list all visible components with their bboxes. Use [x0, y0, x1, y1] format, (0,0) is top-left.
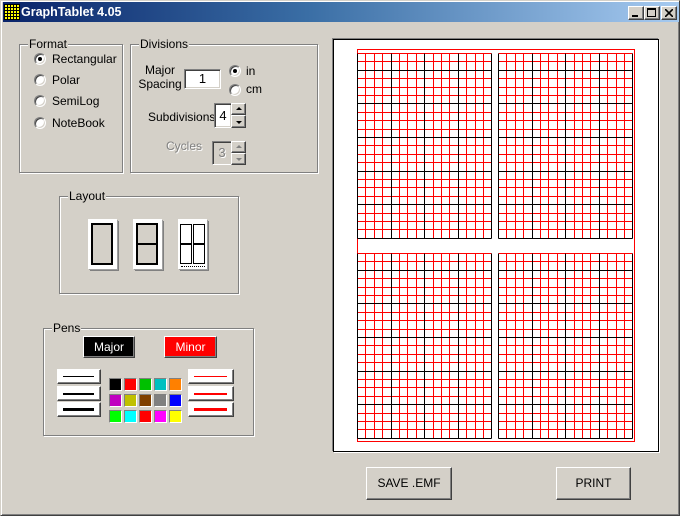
cycles-label: Cycles [166, 139, 203, 153]
layout-group: Layout [59, 189, 239, 294]
format-option-label[interactable]: SemiLog [52, 94, 99, 108]
layout-two-halves-icon [136, 223, 158, 265]
divisions-group-label: Divisions [139, 37, 190, 51]
line-sample-thick [194, 407, 227, 411]
color-swatch[interactable] [169, 394, 182, 407]
minor-pen-width-thick-button[interactable] [188, 402, 234, 417]
arrow-down-icon [235, 158, 242, 161]
format-option-label[interactable]: Polar [52, 73, 80, 87]
line-sample-thick [63, 407, 94, 411]
grid-panel [357, 53, 492, 239]
major-pen-width-thin-button[interactable] [57, 369, 101, 384]
grid-preview-canvas [357, 49, 635, 442]
subdivisions-increment-button[interactable] [231, 103, 246, 115]
maximize-button[interactable] [644, 6, 660, 20]
pens-group: Pens Major Minor [43, 321, 254, 436]
cycles-decrement-button [231, 153, 246, 165]
color-swatch[interactable] [139, 378, 152, 391]
divider-line [194, 243, 204, 245]
line-sample-thin [194, 375, 227, 377]
page-preview [333, 39, 659, 452]
subdivisions-decrement-button[interactable] [231, 115, 246, 128]
color-swatch[interactable] [124, 394, 137, 407]
color-swatch[interactable] [124, 378, 137, 391]
layout-ticks [181, 265, 205, 267]
save-emf-button[interactable]: SAVE .EMF [366, 467, 452, 500]
color-swatch[interactable] [139, 410, 152, 423]
color-swatch[interactable] [154, 410, 167, 423]
arrow-up-icon [235, 145, 242, 148]
format-group: Format Rectangular Polar SemiLog NoteBoo… [19, 37, 123, 173]
grid-panel [498, 253, 633, 439]
layout-column [180, 224, 192, 264]
window-title: GraphTablet 4.05 [21, 5, 122, 19]
format-radio-semilog[interactable] [34, 95, 46, 107]
color-swatch[interactable] [124, 410, 137, 423]
arrow-down-icon [235, 120, 242, 124]
title-bar[interactable]: GraphTablet 4.05 [3, 2, 679, 22]
minimize-button[interactable] [628, 6, 644, 20]
major-spacing-label: Major Spacing [138, 63, 182, 91]
close-icon [665, 9, 673, 17]
major-pen-width-thick-button[interactable] [57, 402, 101, 417]
major-spacing-input[interactable]: 1 [184, 69, 221, 89]
unit-radio-in[interactable] [229, 65, 241, 77]
divider-line [181, 243, 191, 245]
color-swatch[interactable] [109, 410, 122, 423]
maximize-icon [647, 8, 656, 17]
grid-panel [357, 253, 492, 439]
print-button[interactable]: PRINT [556, 467, 631, 500]
color-swatch[interactable] [109, 394, 122, 407]
color-swatch[interactable] [154, 394, 167, 407]
major-spacing-label-line1: Major [144, 63, 175, 77]
arrow-up-icon [235, 107, 242, 110]
layout-two-halves-button[interactable] [133, 219, 162, 269]
format-option-label[interactable]: NoteBook [52, 116, 105, 130]
major-spacing-label-line2: Spacing [138, 77, 182, 91]
major-pen-button[interactable]: Major [83, 336, 135, 358]
layout-column [193, 224, 205, 264]
subdivisions-label: Subdivisions [148, 110, 216, 124]
color-swatch[interactable] [169, 378, 182, 391]
format-group-label: Format [28, 37, 69, 51]
unit-radio-cm[interactable] [229, 84, 241, 96]
line-sample-thin [63, 375, 94, 377]
minor-pen-button[interactable]: Minor [164, 336, 217, 358]
layout-four-quarters-button[interactable] [178, 219, 207, 269]
close-button[interactable] [661, 6, 677, 20]
minor-pen-width-thin-button[interactable] [188, 369, 234, 384]
line-sample-medium [194, 392, 227, 395]
subdivisions-input[interactable]: 4 [214, 103, 232, 128]
minor-pen-width-medium-button[interactable] [188, 386, 234, 401]
format-option-label[interactable]: Rectangular [52, 52, 117, 66]
unit-label-cm[interactable]: cm [246, 82, 262, 96]
line-sample-medium [63, 392, 94, 395]
layout-single-page-button[interactable] [88, 219, 117, 269]
unit-label-in[interactable]: in [246, 64, 255, 78]
color-swatch[interactable] [154, 378, 167, 391]
cycles-input: 3 [212, 141, 232, 165]
format-radio-polar[interactable] [34, 74, 46, 86]
divider-line [138, 243, 156, 245]
layout-group-label: Layout [68, 189, 107, 203]
grid-panel [498, 53, 633, 239]
app-window: GraphTablet 4.05 Format Rectangular Pola… [0, 0, 680, 516]
color-swatch[interactable] [139, 394, 152, 407]
major-pen-width-medium-button[interactable] [57, 386, 101, 401]
color-swatch[interactable] [109, 378, 122, 391]
format-radio-rectangular[interactable] [34, 53, 46, 65]
color-palette [109, 378, 182, 423]
color-swatch[interactable] [169, 410, 182, 423]
layout-single-page-icon [91, 223, 113, 265]
cycles-increment-button [231, 141, 246, 153]
divisions-group: Divisions Major Spacing 1 in cm Subdivis… [130, 37, 318, 173]
format-radio-notebook[interactable] [34, 117, 46, 129]
pens-group-label: Pens [52, 321, 82, 335]
minimize-icon [632, 15, 638, 17]
graph-grid-icon [4, 4, 20, 20]
